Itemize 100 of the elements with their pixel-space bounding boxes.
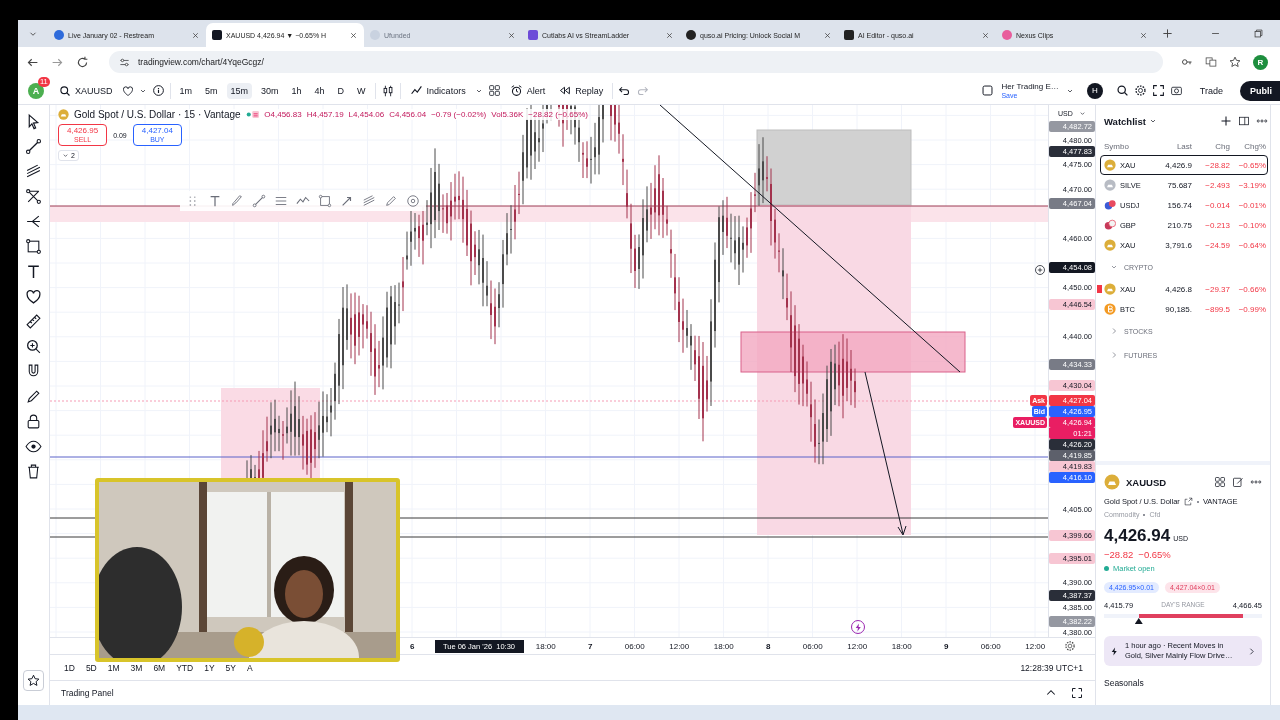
interval-tab[interactable]: 1h bbox=[287, 82, 306, 99]
close-icon[interactable] bbox=[823, 30, 832, 40]
brush-icon[interactable] bbox=[230, 194, 244, 208]
new-tab-icon[interactable] bbox=[1162, 28, 1173, 39]
panel-icon[interactable] bbox=[1238, 115, 1250, 127]
key-icon[interactable] bbox=[1181, 56, 1193, 68]
grid-icon[interactable] bbox=[1214, 476, 1226, 488]
trash-icon[interactable] bbox=[25, 463, 42, 480]
trend-line-icon[interactable] bbox=[25, 138, 42, 155]
indicators-icon[interactable] bbox=[409, 84, 423, 97]
interval-tab[interactable]: 30m bbox=[257, 82, 283, 99]
symbol-search[interactable]: XAUUSD bbox=[55, 81, 117, 100]
alarm-icon[interactable] bbox=[509, 84, 523, 97]
info-icon[interactable] bbox=[151, 84, 165, 97]
column-header[interactable]: Chg bbox=[1194, 141, 1230, 151]
symbol-title[interactable]: Gold Spot / U.S. Dollar · 15 · Vantage bbox=[74, 109, 241, 120]
target-icon[interactable] bbox=[406, 194, 420, 208]
change-value: −29.37 bbox=[1204, 284, 1230, 294]
time-label: 06:00 bbox=[979, 641, 1002, 651]
bookmark-star-icon[interactable] bbox=[1229, 56, 1241, 68]
search-icon[interactable] bbox=[1115, 84, 1129, 97]
add-symbol-icon[interactable] bbox=[1220, 115, 1232, 127]
range-button[interactable]: 5Y bbox=[225, 662, 236, 673]
range-button[interactable]: 1M bbox=[107, 662, 120, 673]
publish-button[interactable]: Publi bbox=[1240, 80, 1280, 101]
user-avatar[interactable]: H bbox=[1086, 82, 1103, 99]
interval-tab[interactable]: W bbox=[353, 82, 370, 99]
chevron-right-icon[interactable] bbox=[1247, 646, 1256, 656]
text-tool-icon[interactable] bbox=[25, 263, 42, 280]
candle-icon[interactable] bbox=[380, 83, 395, 98]
pencil-icon[interactable] bbox=[25, 388, 42, 405]
column-header[interactable]: Last bbox=[1150, 141, 1192, 151]
edit-icon[interactable] bbox=[1232, 476, 1244, 488]
fork-icon[interactable] bbox=[25, 213, 42, 230]
close-icon[interactable] bbox=[981, 30, 990, 40]
interval-tab[interactable]: 15m bbox=[226, 82, 253, 99]
ruler-icon[interactable] bbox=[25, 313, 42, 330]
caret-icon[interactable] bbox=[62, 152, 69, 159]
site-settings-icon[interactable] bbox=[119, 56, 130, 68]
section-title[interactable]: Seasonals bbox=[1104, 678, 1262, 688]
lightning-icon[interactable] bbox=[1110, 646, 1119, 656]
range-button[interactable]: YTD bbox=[176, 662, 194, 673]
maximize-icon[interactable] bbox=[1071, 687, 1083, 699]
undo-icon[interactable] bbox=[618, 84, 632, 97]
interval-tab[interactable]: 1m bbox=[175, 82, 197, 99]
range-button[interactable]: 5D bbox=[85, 662, 97, 673]
timezone-button[interactable]: 12:28:39 UTC+1 bbox=[1020, 662, 1083, 673]
close-icon[interactable] bbox=[507, 30, 516, 40]
indicators-button[interactable]: Indicators bbox=[405, 81, 470, 100]
trade-button[interactable]: Trade bbox=[1195, 82, 1227, 99]
close-icon[interactable] bbox=[665, 30, 674, 40]
range-button[interactable]: A bbox=[247, 662, 253, 673]
close-icon[interactable] bbox=[191, 30, 200, 40]
coin-icon bbox=[1104, 239, 1116, 251]
range-button[interactable]: 1D bbox=[64, 662, 75, 673]
close-icon[interactable] bbox=[1139, 30, 1148, 40]
camera-icon[interactable] bbox=[1169, 84, 1183, 97]
ohlc-value: L4,454.06 bbox=[348, 110, 385, 119]
translate-icon[interactable] bbox=[1205, 56, 1217, 68]
zoom-in-icon[interactable] bbox=[25, 338, 42, 355]
lines-icon[interactable] bbox=[274, 194, 288, 208]
range-button[interactable]: 1Y bbox=[204, 662, 215, 673]
alert-button[interactable]: Alert bbox=[505, 81, 550, 100]
change-value: −2.493 bbox=[1204, 180, 1230, 190]
external-link-icon[interactable] bbox=[1183, 497, 1193, 506]
column-header[interactable]: Chg% bbox=[1232, 141, 1266, 151]
range-button[interactable]: 6M bbox=[153, 662, 166, 673]
reload-icon[interactable] bbox=[76, 55, 89, 69]
heart-icon[interactable] bbox=[25, 288, 42, 305]
column-header[interactable]: Symbo bbox=[1104, 141, 1148, 151]
crosshair-add-icon[interactable] bbox=[1034, 264, 1046, 276]
channel-icon[interactable] bbox=[25, 163, 42, 180]
interval-tab[interactable]: 4h bbox=[310, 82, 329, 99]
interval-tab[interactable]: 5m bbox=[201, 82, 222, 99]
layout-icon[interactable] bbox=[981, 84, 995, 97]
heart-icon[interactable] bbox=[121, 84, 134, 97]
address-field[interactable]: tradingview.com/chart/4YqeGcgz/ bbox=[109, 51, 1163, 73]
chevron-icon[interactable] bbox=[1110, 263, 1118, 271]
settings-icon[interactable] bbox=[1064, 640, 1076, 652]
caret-icon[interactable] bbox=[1148, 117, 1157, 125]
layout-grid-icon[interactable] bbox=[487, 84, 501, 97]
watchlist-title[interactable]: Watchlist bbox=[1104, 115, 1157, 127]
restore-icon[interactable] bbox=[1253, 28, 1264, 39]
rectangle-icon[interactable] bbox=[25, 238, 42, 255]
time-label: 9 bbox=[943, 641, 950, 651]
range-button[interactable]: 3M bbox=[130, 662, 143, 673]
settings-icon[interactable] bbox=[1133, 84, 1147, 97]
interval-tab[interactable]: D bbox=[333, 82, 349, 99]
replay-button[interactable]: Replay bbox=[554, 81, 608, 100]
fullscreen-icon[interactable] bbox=[1151, 84, 1165, 97]
profile-avatar[interactable]: R bbox=[1253, 54, 1268, 70]
close-icon[interactable] bbox=[349, 30, 358, 40]
arrow-tool-icon[interactable] bbox=[340, 194, 354, 208]
replay-icon[interactable] bbox=[558, 84, 572, 97]
eye-icon[interactable] bbox=[25, 438, 42, 455]
pattern-icon[interactable] bbox=[25, 188, 42, 205]
panel-title[interactable]: Trading Panel bbox=[61, 688, 114, 698]
lock-icon[interactable] bbox=[25, 413, 42, 430]
search-icon[interactable] bbox=[59, 84, 71, 97]
caret-icon[interactable] bbox=[1078, 110, 1086, 117]
